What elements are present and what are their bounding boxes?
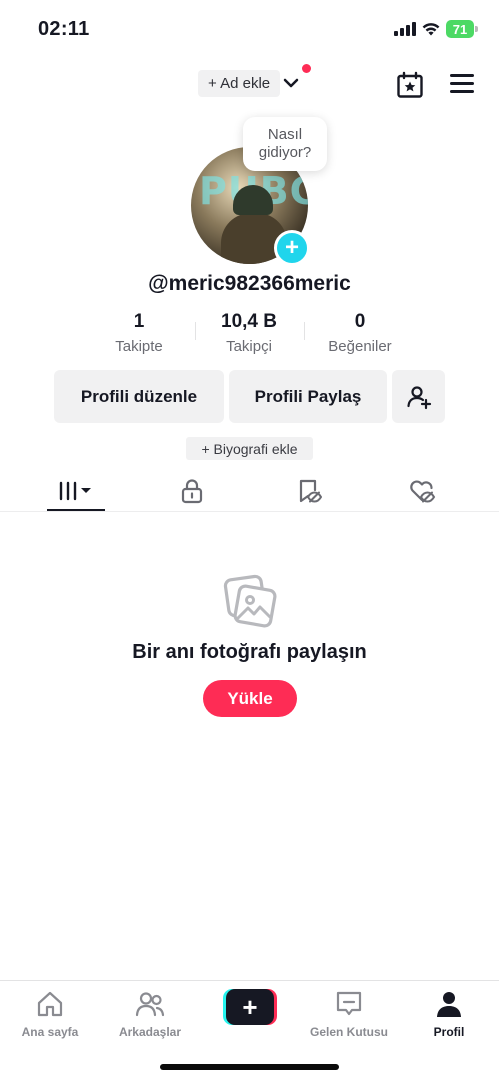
calendar-star-icon[interactable] bbox=[396, 71, 424, 99]
profile-icon bbox=[437, 992, 461, 1017]
nav-profile[interactable]: Profil bbox=[399, 989, 499, 1039]
create-button[interactable]: + bbox=[223, 989, 277, 1025]
tab-saved[interactable] bbox=[280, 472, 338, 510]
inbox-icon bbox=[336, 991, 362, 1016]
stat-following[interactable]: 1 Takipte bbox=[84, 311, 194, 355]
empty-state-title: Bir anı fotoğrafı paylaşın bbox=[132, 641, 367, 663]
nav-label: Ana sayfa bbox=[21, 1025, 79, 1039]
tabs-divider bbox=[0, 511, 499, 512]
add-bio-button[interactable]: + Biyografi ekle bbox=[186, 437, 313, 460]
home-indicator bbox=[160, 1064, 339, 1070]
stat-likes[interactable]: 0 Beğeniler bbox=[305, 311, 415, 355]
bookmark-eye-icon bbox=[299, 479, 322, 503]
stat-value: 0 bbox=[354, 311, 366, 332]
bubble-line-2: gidiyor? bbox=[258, 144, 312, 161]
stat-value: 1 bbox=[133, 311, 145, 332]
add-friend-button[interactable] bbox=[392, 370, 445, 423]
tab-liked[interactable] bbox=[393, 472, 451, 510]
nav-label: Gelen Kutusu bbox=[309, 1025, 388, 1039]
wifi-icon bbox=[422, 23, 440, 36]
add-avatar-icon[interactable]: + bbox=[274, 230, 310, 266]
nav-label: Arkadaşlar bbox=[118, 1025, 182, 1039]
stat-label: Takipte bbox=[115, 338, 163, 355]
nav-friends[interactable]: Arkadaşlar bbox=[100, 989, 200, 1039]
plus-icon: + bbox=[226, 989, 274, 1025]
friends-icon bbox=[135, 992, 165, 1017]
stat-label: Takipçi bbox=[226, 338, 272, 355]
battery-level: 71 bbox=[446, 20, 474, 38]
menu-icon[interactable] bbox=[450, 74, 474, 94]
status-bar: 02:11 71 bbox=[0, 0, 499, 58]
share-profile-button[interactable]: Profili Paylaş bbox=[229, 370, 387, 423]
stat-followers[interactable]: 10,4 B Takipçi bbox=[194, 311, 304, 355]
tab-private[interactable] bbox=[163, 472, 221, 510]
photos-icon bbox=[223, 574, 277, 628]
add-person-icon bbox=[406, 385, 431, 409]
signal-icon bbox=[394, 22, 416, 36]
status-bubble[interactable]: Nasıl gidiyor? bbox=[243, 117, 327, 171]
chevron-down-icon[interactable] bbox=[282, 74, 300, 92]
stat-label: Beğeniler bbox=[328, 338, 392, 355]
tab-videos[interactable] bbox=[47, 472, 105, 510]
notification-dot bbox=[302, 64, 311, 73]
nav-inbox[interactable]: Gelen Kutusu bbox=[299, 989, 399, 1039]
videos-grid-icon bbox=[59, 481, 91, 501]
username: @meric982366meric bbox=[148, 272, 351, 295]
stat-value: 10,4 B bbox=[221, 311, 277, 332]
bubble-line-1: Nasıl bbox=[267, 126, 303, 143]
nav-home[interactable]: Ana sayfa bbox=[0, 989, 100, 1039]
edit-profile-button[interactable]: Profili düzenle bbox=[54, 370, 224, 423]
home-icon bbox=[37, 991, 63, 1017]
battery-icon: 71 bbox=[446, 20, 478, 38]
lock-icon bbox=[181, 479, 203, 504]
heart-eye-icon bbox=[410, 480, 436, 503]
nav-label: Profil bbox=[433, 1025, 465, 1039]
status-time: 02:11 bbox=[38, 18, 90, 40]
upload-button[interactable]: Yükle bbox=[203, 680, 297, 717]
add-name-button[interactable]: + Ad ekle bbox=[198, 70, 281, 97]
